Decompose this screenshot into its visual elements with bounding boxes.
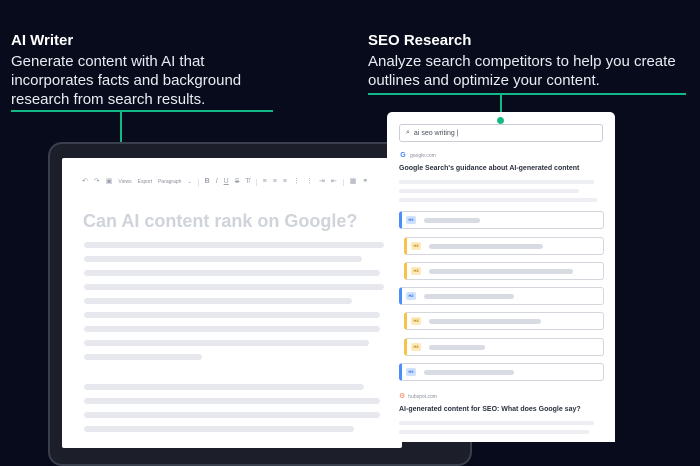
text-placeholder-line — [84, 412, 380, 418]
redo-icon[interactable]: ↷ — [94, 178, 100, 186]
toolbar-divider — [255, 178, 257, 186]
search-input[interactable]: ⌕ ai seo writing | — [399, 124, 603, 142]
outdent-icon[interactable]: ⇤ — [331, 178, 337, 186]
bold-icon[interactable]: B — [205, 178, 210, 186]
toolbar-divider — [197, 178, 199, 186]
seo-research-callout: SEO Research Analyze search competitors … — [368, 31, 698, 90]
ai-writer-description: Generate content with AI that incorporat… — [11, 53, 242, 108]
hubspot-logo-icon: ⚙ — [399, 393, 406, 400]
text-placeholder-line — [84, 340, 369, 346]
text-placeholder-line — [84, 326, 380, 332]
text-placeholder-line — [84, 426, 354, 432]
result-source: G google.com — [400, 152, 436, 159]
seo-research-underline — [368, 93, 686, 95]
heading-placeholder — [429, 244, 543, 249]
heading-placeholder — [429, 269, 573, 274]
export-dropdown[interactable]: Export — [138, 179, 152, 185]
ai-writer-underline — [11, 110, 273, 112]
document-title[interactable]: Can AI content rank on Google? — [83, 211, 357, 232]
outline-heading-h3[interactable]: H3 — [404, 237, 604, 255]
snippet-placeholder-line — [399, 180, 594, 184]
snippet-placeholder-line — [399, 421, 594, 425]
seo-research-description: Analyze search competitors to help you c… — [368, 53, 676, 89]
underline-icon[interactable]: U — [224, 178, 229, 186]
snippet-placeholder-line — [399, 430, 589, 434]
text-placeholder-line — [84, 270, 380, 276]
outline-heading-h3[interactable]: H3 — [404, 262, 604, 280]
heading-placeholder — [424, 370, 514, 375]
text-placeholder-line — [84, 242, 384, 248]
snippet-placeholder-line — [399, 189, 579, 193]
heading-placeholder — [429, 345, 485, 350]
strikethrough-icon[interactable]: S — [235, 178, 240, 186]
align-right-icon[interactable]: ≡ — [283, 178, 287, 186]
editor-toolbar: ↶ ↷ ▣ Views Export Paragraph ⌄ B I U S T… — [82, 176, 402, 188]
google-logo-icon: G — [400, 152, 406, 159]
clear-format-icon[interactable]: T̸ — [245, 178, 249, 186]
outline-heading-h3[interactable]: H3 — [404, 338, 604, 356]
text-placeholder-line — [84, 398, 380, 404]
h2-badge: H2 — [406, 292, 416, 300]
italic-icon[interactable]: I — [216, 178, 218, 186]
h2-badge: H2 — [406, 216, 416, 224]
text-placeholder-line — [84, 384, 364, 390]
paragraph-style-dropdown[interactable]: Paragraph — [158, 179, 181, 185]
text-placeholder-line — [84, 284, 384, 290]
chevron-down-icon: ⌄ — [187, 179, 192, 185]
outline-heading-h2[interactable]: H2 — [399, 287, 604, 305]
seo-research-panel: ⌕ ai seo writing | G google.com Google S… — [387, 112, 615, 442]
numbered-list-icon[interactable]: ⋮ — [306, 178, 313, 186]
search-result-title[interactable]: Google Search's guidance about AI-genera… — [399, 165, 579, 172]
seo-research-connector-dot — [497, 117, 504, 124]
heading-placeholder — [429, 319, 541, 324]
save-icon[interactable]: ▣ — [106, 178, 113, 186]
undo-icon[interactable]: ↶ — [82, 178, 88, 186]
seo-research-title: SEO Research — [368, 32, 472, 49]
text-placeholder-line — [84, 298, 352, 304]
toolbar-divider — [342, 178, 344, 186]
h3-badge: H3 — [411, 343, 421, 351]
text-placeholder-line — [84, 354, 202, 360]
views-dropdown[interactable]: Views — [118, 179, 131, 185]
ai-writer-title: AI Writer — [11, 32, 74, 49]
align-left-icon[interactable]: ≡ — [263, 178, 267, 186]
heading-placeholder — [424, 294, 514, 299]
outline-heading-h2[interactable]: H2 — [399, 211, 604, 229]
h3-badge: H3 — [411, 242, 421, 250]
align-center-icon[interactable]: ≡ — [273, 178, 277, 186]
outline-heading-h2[interactable]: H2 — [399, 363, 604, 381]
text-placeholder-line — [84, 256, 362, 262]
heading-placeholder — [424, 218, 480, 223]
result-source: ⚙ hubspot.com — [399, 393, 437, 400]
table-icon[interactable]: ▦ — [350, 178, 357, 186]
bullet-list-icon[interactable]: ⋮ — [293, 178, 300, 186]
outline-heading-h3[interactable]: H3 — [404, 312, 604, 330]
editor-screen: ↶ ↷ ▣ Views Export Paragraph ⌄ B I U S T… — [62, 158, 402, 448]
search-result-title[interactable]: AI-generated content for SEO: What does … — [399, 406, 581, 413]
snippet-placeholder-line — [399, 198, 597, 202]
indent-icon[interactable]: ⇥ — [319, 178, 325, 186]
text-placeholder-line — [84, 312, 380, 318]
link-icon[interactable]: ⚭ — [362, 178, 368, 186]
h2-badge: H2 — [406, 368, 416, 376]
h3-badge: H3 — [411, 317, 421, 325]
ai-writer-callout: AI Writer Generate content with AI that … — [11, 31, 281, 109]
search-icon: ⌕ — [406, 129, 410, 136]
h3-badge: H3 — [411, 267, 421, 275]
search-input-value: ai seo writing | — [413, 129, 459, 137]
